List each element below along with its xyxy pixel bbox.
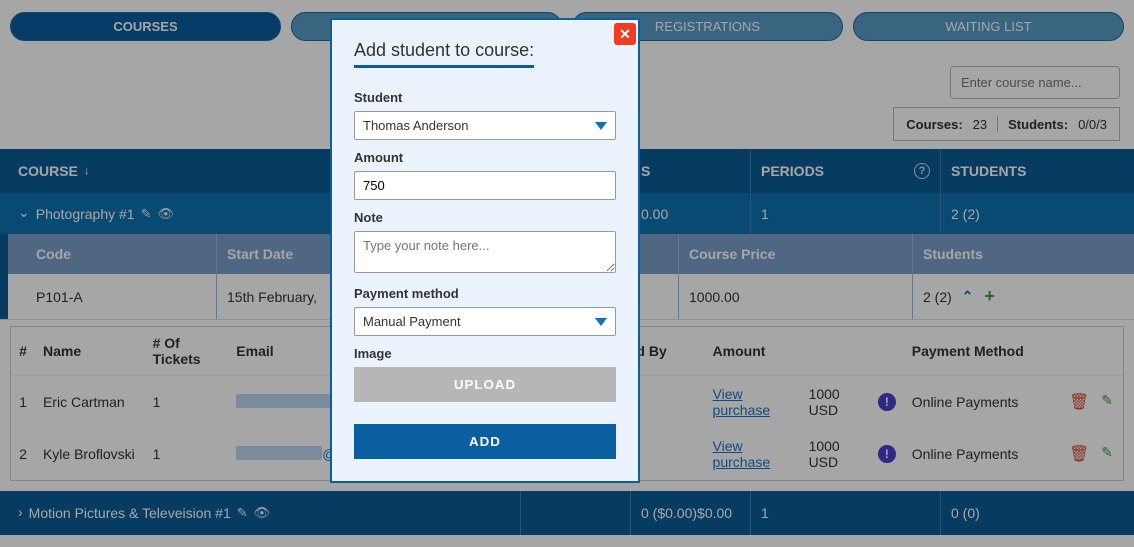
amount-label: Amount <box>354 150 616 165</box>
note-textarea[interactable] <box>354 231 616 273</box>
upload-button[interactable]: UPLOAD <box>354 367 616 402</box>
payment-select[interactable]: Manual Payment <box>354 307 616 336</box>
add-button[interactable]: ADD <box>354 424 616 459</box>
student-select[interactable]: Thomas Anderson <box>354 111 616 140</box>
image-label: Image <box>354 346 616 361</box>
payment-value: Manual Payment <box>363 314 461 329</box>
note-label: Note <box>354 210 616 225</box>
student-label: Student <box>354 90 616 105</box>
dropdown-icon <box>595 122 607 130</box>
amount-input[interactable] <box>354 171 616 200</box>
dropdown-icon <box>595 318 607 326</box>
student-value: Thomas Anderson <box>363 118 469 133</box>
modal-title: Add student to course: <box>354 40 534 68</box>
add-student-modal: Add student to course: Student Thomas An… <box>330 18 640 483</box>
close-icon[interactable]: ✕ <box>614 23 636 45</box>
payment-label: Payment method <box>354 286 616 301</box>
